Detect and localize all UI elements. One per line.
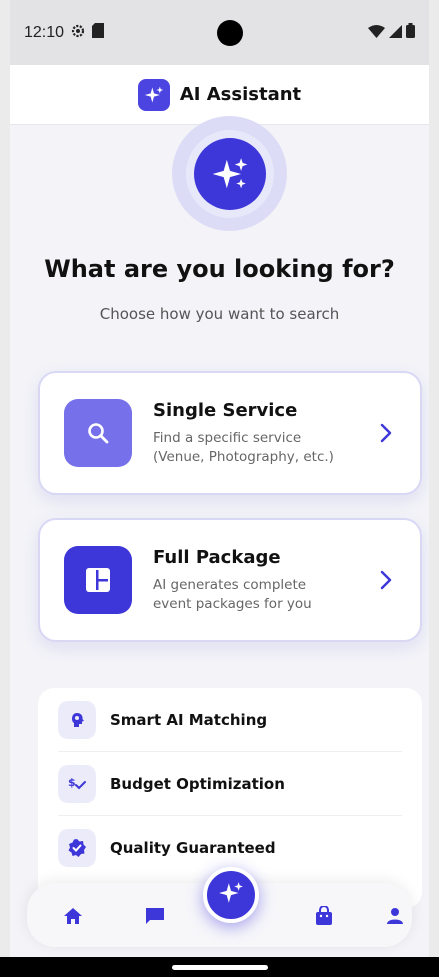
search-icon: [64, 399, 132, 467]
app-screen: 12:10 AI Assistant What are you looking …: [10, 0, 429, 977]
verified-badge-icon: [58, 829, 96, 867]
page-subtitle: Choose how you want to search: [99, 305, 340, 323]
sparkles-icon: [137, 78, 170, 111]
full-package-card[interactable]: Full Package AI generates complete event…: [38, 518, 422, 642]
home-indicator[interactable]: [172, 965, 268, 970]
status-time: 12:10: [24, 23, 65, 41]
card-description-line: event packages for you: [153, 595, 312, 612]
ai-assistant-fab[interactable]: [203, 867, 259, 923]
camera-cutout: [217, 20, 243, 46]
dollar-check-icon: $: [58, 764, 96, 803]
chat-icon[interactable]: [143, 904, 167, 928]
chevron-right-icon: [376, 570, 396, 590]
bottom-navigation: [27, 867, 412, 947]
sparkles-icon: [193, 137, 266, 210]
page-title: What are you looking for?: [44, 255, 395, 283]
app-title: AI Assistant: [179, 84, 302, 105]
card-title: Full Package: [153, 546, 281, 568]
svg-text:$: $: [68, 776, 76, 789]
sparkles-icon: [218, 880, 244, 910]
chevron-right-icon: [376, 423, 396, 443]
hero-badge: [172, 116, 287, 231]
dashboard-layout-icon: [64, 546, 132, 614]
home-icon[interactable]: [61, 904, 85, 928]
card-title: Single Service: [153, 399, 298, 421]
feature-label: Budget Optimization: [110, 774, 285, 793]
shopping-bag-icon[interactable]: [312, 904, 336, 928]
settings-gear-icon: [70, 23, 86, 43]
card-description-line: Find a specific service: [153, 429, 302, 446]
feature-label: Quality Guaranteed: [110, 839, 276, 857]
person-icon[interactable]: [383, 904, 407, 928]
card-description-line: (Venue, Photography, etc.): [153, 448, 334, 465]
wifi-icon: [368, 24, 385, 42]
list-item: Smart AI Matching: [58, 688, 402, 752]
signal-icon: [389, 24, 402, 42]
brain-icon: [58, 700, 96, 739]
card-description-line: AI generates complete: [153, 576, 307, 593]
feature-label: Smart AI Matching: [110, 710, 268, 729]
battery-icon: [406, 23, 415, 42]
single-service-card[interactable]: Single Service Find a specific service (…: [38, 371, 422, 495]
sd-card-icon: [92, 23, 105, 42]
list-item: $ Budget Optimization: [58, 752, 402, 816]
